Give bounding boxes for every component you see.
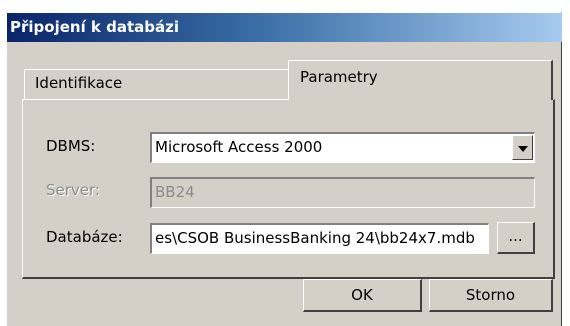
dbms-dropdown-button[interactable]: [512, 135, 533, 160]
server-label: Server:: [46, 181, 100, 199]
server-field: BB24: [150, 177, 535, 208]
browse-button[interactable]: ...: [497, 222, 535, 254]
dbms-select[interactable]: Microsoft Access 2000: [150, 132, 535, 163]
ok-button[interactable]: OK: [303, 279, 422, 312]
database-label: Databáze:: [46, 228, 123, 246]
dbms-value: Microsoft Access 2000: [155, 138, 323, 156]
tab-parametry[interactable]: Parametry: [288, 60, 553, 100]
tab-identifikace[interactable]: Identifikace: [24, 69, 291, 99]
database-path-input[interactable]: es\CSOB BusinessBanking 24\bb24x7.mdb: [150, 223, 489, 254]
cancel-button[interactable]: Storno: [429, 279, 553, 312]
parametry-panel: DBMS: Microsoft Access 2000 Server: BB24…: [22, 99, 555, 279]
chevron-down-icon: [518, 146, 528, 152]
dialog-window: Připojení k databázi Identifikace Parame…: [6, 12, 562, 326]
dbms-label: DBMS:: [46, 137, 96, 155]
window-title: Připojení k databázi: [7, 13, 562, 42]
